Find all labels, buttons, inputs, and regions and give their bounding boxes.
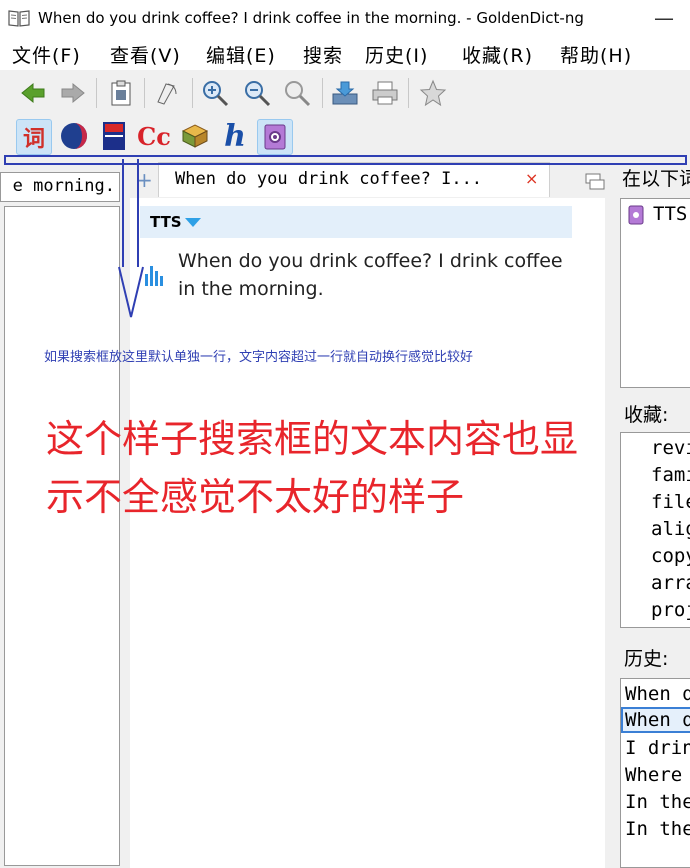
toolbar-separator (96, 78, 97, 108)
favorite-item[interactable]: copy (651, 545, 690, 567)
tts-text: When do you drink coffee? I drink coffee… (178, 250, 563, 300)
red-book-dictionary-icon (103, 122, 125, 150)
menu-search[interactable]: 搜索 (303, 41, 343, 68)
dictionary-2-button[interactable] (57, 119, 91, 153)
history-pane-title: 历史: (624, 648, 669, 670)
menu-favorites[interactable]: 收藏(R) (462, 41, 533, 68)
save-icon[interactable] (330, 78, 360, 108)
print-icon[interactable] (370, 78, 400, 108)
dictionary-4-button[interactable]: Cc (137, 119, 171, 153)
favorites-list[interactable]: revi fami file alig copy arra proj (620, 432, 690, 628)
word-list[interactable] (4, 206, 120, 866)
forward-icon[interactable] (58, 78, 88, 108)
tab-close-button[interactable]: × (525, 169, 538, 188)
tab-list-icon[interactable] (584, 172, 606, 192)
tts-dictionary-icon (628, 205, 644, 225)
main-toolbar (0, 72, 690, 114)
tab-article[interactable]: When do you drink coffee? I... × (158, 162, 550, 197)
gear-book-icon (264, 124, 286, 150)
history-item[interactable]: In the (625, 818, 690, 840)
menu-view[interactable]: 查看(V) (110, 41, 181, 68)
dictionary-bar: 词 Cc h (0, 114, 690, 158)
globe-dictionary-icon (61, 123, 87, 149)
books-dictionary-icon (181, 124, 209, 148)
cc-dictionary-icon: Cc (137, 121, 171, 151)
history-item[interactable]: When d (625, 683, 690, 705)
h-dictionary-icon: h (224, 118, 246, 154)
tts-section-header[interactable]: TTS (140, 206, 572, 238)
favorite-item[interactable]: alig (651, 518, 690, 540)
tab-label: When do you drink coffee? I... (175, 169, 483, 189)
dictionary-7-button[interactable] (257, 119, 293, 155)
favorite-star-icon[interactable] (418, 78, 448, 108)
found-in-dictionaries-list[interactable]: TTS (620, 198, 690, 388)
history-list[interactable]: When d When d I drin Where In the In the (620, 678, 690, 868)
left-search-value: e morning. (12, 176, 115, 196)
menu-file[interactable]: 文件(F) (12, 41, 81, 68)
annotation-small-note: 如果搜索框放这里默认单独一行，文字内容超过一行就自动换行感觉比较好 (44, 350, 474, 365)
zoom-in-icon[interactable] (200, 78, 230, 108)
history-item[interactable]: In the (625, 791, 690, 813)
favorite-item[interactable]: file (651, 491, 690, 513)
dictionary-5-button[interactable] (178, 119, 212, 153)
dictionary-3-button[interactable] (97, 119, 131, 153)
minimize-button[interactable]: — (654, 6, 674, 30)
favorite-item[interactable]: fami (651, 464, 690, 486)
favorite-item[interactable]: arra (651, 572, 690, 594)
menu-history[interactable]: 历史(I) (365, 41, 428, 68)
annotation-highlight-box (4, 155, 687, 165)
dictionary-list-item[interactable]: TTS (653, 203, 687, 225)
dictionary-1-button[interactable]: 词 (16, 119, 52, 155)
menu-bar: 文件(F) 查看(V) 编辑(E) 搜索 历史(I) 收藏(R) 帮助(H) (0, 38, 690, 70)
favorite-item[interactable]: proj (651, 599, 690, 621)
annotation-arrow (118, 159, 144, 318)
toolbar-separator (144, 78, 145, 108)
favorite-item[interactable]: revi (651, 437, 690, 459)
menu-edit[interactable]: 编辑(E) (206, 41, 276, 68)
tts-section-title: TTS (150, 213, 182, 231)
window-title: When do you drink coffee? I drink coffee… (38, 9, 584, 27)
zoom-reset-icon[interactable] (282, 78, 312, 108)
history-item-selected[interactable]: When d (621, 707, 690, 733)
toolbar-separator (408, 78, 409, 108)
toolbar-separator (192, 78, 193, 108)
book-icon (8, 10, 30, 27)
dictionaries-pane-title: 在以下词 (622, 168, 690, 190)
toolbar-separator (322, 78, 323, 108)
back-icon[interactable] (18, 78, 48, 108)
pronounce-icon[interactable] (152, 78, 182, 108)
history-item[interactable]: Where (625, 764, 682, 786)
dictionary-6-button[interactable]: h (218, 118, 252, 154)
favorites-pane-title: 收藏: (624, 404, 669, 426)
audio-play-icon[interactable] (143, 262, 165, 288)
annotation-big-note: 这个样子搜索框的文本内容也显示不全感觉不太好的样子 (46, 417, 579, 519)
dictionary-1-icon: 词 (22, 127, 45, 152)
history-item[interactable]: I drin (625, 737, 690, 759)
title-bar: When do you drink coffee? I drink coffee… (0, 0, 690, 38)
clipboard-icon[interactable] (106, 78, 136, 108)
menu-help[interactable]: 帮助(H) (560, 41, 632, 68)
zoom-out-icon[interactable] (242, 78, 272, 108)
collapse-triangle-icon[interactable] (184, 217, 202, 228)
left-search-input[interactable]: e morning. (0, 172, 120, 202)
